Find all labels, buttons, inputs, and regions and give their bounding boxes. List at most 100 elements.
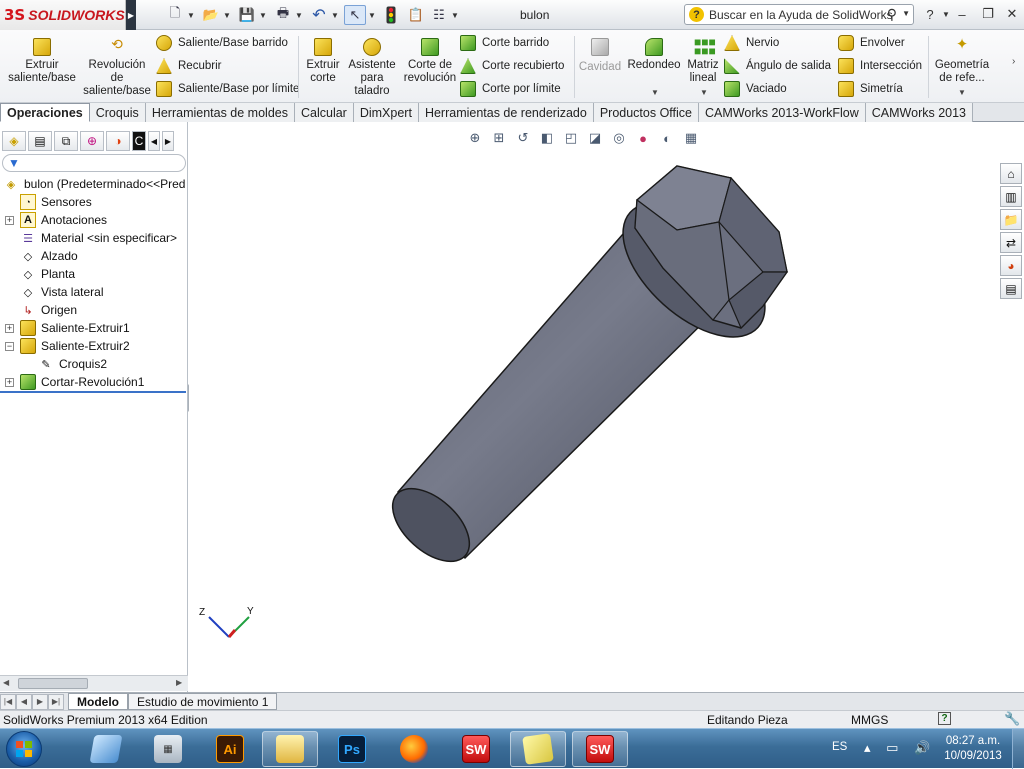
tree-item-vista-lateral[interactable]: ◇ Vista lateral (0, 283, 188, 301)
shell-button[interactable]: Vaciado (724, 79, 787, 99)
show-desktop-button[interactable] (1012, 729, 1024, 769)
tab-herramientas-de-moldes[interactable]: Herramientas de moldes (145, 103, 295, 122)
scroll-right-icon[interactable]: ▶ (176, 678, 182, 687)
tree-item-origen[interactable]: ↳ Origen (0, 301, 188, 319)
display-manager-tab-icon[interactable]: ◑ (106, 131, 130, 151)
print-dropdown-chevron-icon[interactable]: ▼ (294, 5, 304, 25)
file-properties-icon[interactable]: 📋 (405, 5, 427, 25)
help-search-input[interactable]: ? Buscar en la Ayuda de SolidWorks ⚲ ▼ (684, 4, 914, 25)
cavity-button[interactable]: Cavidad (578, 38, 622, 74)
fillet-dropdown-chevron-icon[interactable]: ▼ (651, 88, 659, 97)
view-settings-icon[interactable]: ▦ (682, 129, 700, 147)
intersect-button[interactable]: Intersección (838, 56, 922, 76)
save-icon[interactable]: 💾 (236, 5, 258, 25)
options-icon[interactable]: ☷ (428, 5, 450, 25)
restore-icon[interactable]: ❐ (978, 5, 998, 23)
pattern-dropdown-chevron-icon[interactable]: ▼ (700, 88, 708, 97)
print-icon[interactable]: 🖶 (272, 5, 294, 25)
tab-operaciones[interactable]: Operaciones (0, 103, 90, 122)
undo-icon[interactable]: ↶ (308, 5, 330, 25)
boundary-cut-button[interactable]: Corte por límite (460, 79, 561, 99)
swept-boss-button[interactable]: Saliente/Base barrido (156, 33, 288, 53)
taskbar-app-notes[interactable] (78, 731, 134, 767)
reference-geometry-dropdown-chevron-icon[interactable]: ▼ (958, 88, 966, 97)
new-document-icon[interactable]: 🗋 (164, 5, 186, 25)
hole-wizard-button[interactable]: Asistente para taladro (346, 38, 398, 98)
ribbon-scroll-right-icon[interactable]: › (1012, 56, 1015, 67)
tab-croquis[interactable]: Croquis (89, 103, 146, 122)
property-manager-tab-icon[interactable]: ▤ (28, 131, 52, 151)
clock[interactable]: 08:27 a.m. 10/09/2013 (938, 734, 1008, 764)
tab-herramientas-de-renderizado[interactable]: Herramientas de renderizado (418, 103, 594, 122)
tab-modelo[interactable]: Modelo (68, 693, 128, 710)
fillet-button[interactable]: Redondeo (626, 38, 682, 72)
open-folder-icon[interactable]: 📂 (200, 5, 222, 25)
previous-view-icon[interactable]: ↺ (514, 129, 532, 147)
select-pointer-icon[interactable]: ↖ (344, 5, 366, 25)
graphics-area[interactable]: Z Y (189, 122, 1024, 692)
expand-plus-icon[interactable]: + (5, 215, 14, 225)
tab-camworks-workflow[interactable]: CAMWorks 2013-WorkFlow (699, 103, 866, 122)
options-dropdown-chevron-icon[interactable]: ▼ (450, 5, 460, 25)
scroll-left-icon[interactable]: ◀ (3, 678, 9, 687)
tab-estudio-de-movimiento[interactable]: Estudio de movimiento 1 (128, 693, 278, 710)
quick-tips-icon[interactable]: ? (938, 712, 951, 725)
prev-tab-icon[interactable]: ◀ (16, 693, 32, 710)
mirror-button[interactable]: Simetría (838, 79, 903, 99)
tab-calcular[interactable]: Calcular (294, 103, 354, 122)
linear-pattern-button[interactable]: ■■■ ■■■ Matriz lineal (684, 36, 722, 85)
hide-show-items-icon[interactable]: ◎ (610, 129, 628, 147)
tab-camworks[interactable]: CAMWorks 2013 (865, 103, 974, 122)
taskbar-app-sticky-notes[interactable] (510, 731, 566, 767)
search-icon[interactable]: ⚲ (887, 6, 897, 23)
first-tab-icon[interactable]: |◀ (0, 693, 16, 710)
scrollbar-thumb[interactable] (18, 678, 88, 689)
save-dropdown-chevron-icon[interactable]: ▼ (258, 5, 268, 25)
view-palette-icon[interactable]: ⇄ (1000, 232, 1022, 253)
tab-productos-office[interactable]: Productos Office (593, 103, 700, 122)
rollback-bar[interactable] (0, 391, 186, 393)
tree-item-croquis2[interactable]: ✎ Croquis2 (0, 355, 188, 373)
taskbar-app-firefox[interactable] (386, 731, 442, 767)
dimxpert-manager-tab-icon[interactable]: ⊕ (80, 131, 104, 151)
display-style-icon[interactable]: ◪ (586, 129, 604, 147)
configuration-manager-tab-icon[interactable]: ⧉ (54, 131, 78, 151)
feature-manager-tab-icon[interactable]: ◈ (2, 131, 26, 151)
undo-dropdown-chevron-icon[interactable]: ▼ (330, 5, 340, 25)
last-tab-icon[interactable]: ▶| (48, 693, 64, 710)
select-dropdown-chevron-icon[interactable]: ▼ (367, 5, 377, 25)
tree-item-material[interactable]: ☰ Material <sin especificar> (0, 229, 188, 247)
tree-filter-input[interactable]: ▼ (2, 154, 186, 172)
edit-appearance-icon[interactable]: ● (634, 129, 652, 147)
tree-item-saliente-extruir1[interactable]: + Saliente-Extruir1 (0, 319, 188, 337)
tree-item-planta[interactable]: ◇ Planta (0, 265, 188, 283)
minimize-icon[interactable]: – (952, 5, 972, 23)
rebuild-status-icon[interactable]: 🔧 (1004, 711, 1020, 727)
rebuild-traffic-light-icon[interactable] (381, 5, 401, 25)
lofted-cut-button[interactable]: Corte recubierto (460, 56, 564, 76)
close-icon[interactable]: ✕ (1002, 5, 1022, 23)
custom-properties-icon[interactable]: ▤ (1000, 278, 1022, 299)
collapse-minus-icon[interactable]: − (5, 341, 14, 351)
taskbar-app-solidworks-1[interactable]: SW (448, 731, 504, 767)
taskbar-app-solidworks-2[interactable]: SW (572, 731, 628, 767)
view-orientation-icon[interactable]: ◰ (562, 129, 580, 147)
extrude-boss-button[interactable]: Extruir saliente/base (6, 38, 78, 85)
rib-button[interactable]: Nervio (724, 33, 779, 53)
next-tab-icon[interactable]: ▶ (32, 693, 48, 710)
menu-expand-arrow-icon[interactable]: ▶ (126, 0, 136, 30)
zoom-to-area-icon[interactable]: ⊞ (490, 129, 508, 147)
bolt-model[interactable]: Z Y (189, 122, 1024, 692)
taskbar-app-illustrator[interactable]: Ai (202, 731, 258, 767)
tray-icons[interactable]: ▴ ▭ 🔊 (864, 740, 936, 756)
apply-scene-icon[interactable]: ◐ (658, 129, 676, 147)
boundary-boss-button[interactable]: Saliente/Base por límite (156, 79, 299, 99)
tab-dimxpert[interactable]: DimXpert (353, 103, 419, 122)
appearances-scenes-icon[interactable]: ◕ (1000, 255, 1022, 276)
solidworks-resources-home-icon[interactable]: ⌂ (1000, 163, 1022, 184)
tree-item-anotaciones[interactable]: + A Anotaciones (0, 211, 188, 229)
search-dropdown-chevron-icon[interactable]: ▼ (902, 9, 910, 18)
panel-tabs-right-arrow-icon[interactable]: ▶ (162, 131, 174, 151)
tree-item-sensores[interactable]: ◔ Sensores (0, 193, 188, 211)
draft-button[interactable]: Ángulo de salida (724, 56, 831, 76)
